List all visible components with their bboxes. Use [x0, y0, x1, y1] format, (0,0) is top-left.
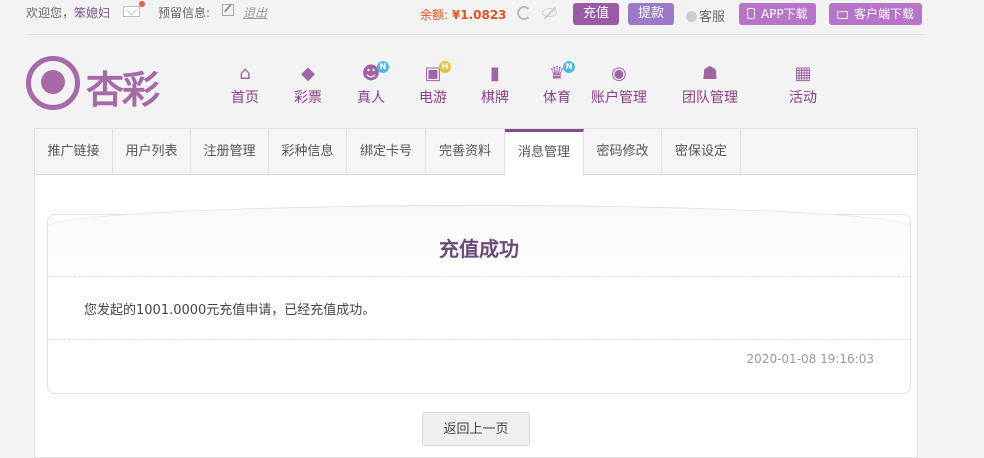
nav-item-1[interactable]: ◆ 彩票 [279, 63, 337, 107]
message-time: 2020-01-08 19:16:03 [746, 352, 874, 366]
tab-bar: 推广链接 用户列表 注册管理 彩种信息 绑定卡号 完善资料 消息管理 密码修改 密保设定 [35, 129, 917, 176]
monitor-icon [837, 11, 848, 19]
divider [48, 276, 910, 277]
dealer-icon: ☻ [361, 63, 381, 84]
nav-label: 账户管理 [591, 90, 647, 106]
nav-badge: N [377, 61, 389, 73]
tab-0[interactable]: 推广链接 [35, 129, 113, 175]
logo-emblem-icon [26, 56, 80, 110]
nav-label: 体育 [543, 90, 571, 106]
nav-item-0[interactable]: ⌂ 首页 [216, 63, 274, 107]
balance-value: ¥1.0823 [451, 8, 507, 22]
nav-label: 真人 [357, 90, 385, 106]
nav-label: 首页 [231, 90, 259, 106]
tab-7[interactable]: 密码修改 [584, 129, 662, 175]
back-button[interactable]: 返回上一页 [422, 412, 530, 446]
reserved-info-label: 预留信息: [158, 6, 211, 20]
service-label: 客服 [699, 10, 726, 25]
balance-label: 余额: [420, 8, 449, 22]
welcome-prefix: 欢迎您， [26, 6, 75, 20]
balance: 余额: ¥1.0823 [420, 6, 507, 23]
nav-item-6[interactable]: ◉ 账户管理 [575, 63, 663, 107]
withdraw-button[interactable]: 提款 [628, 3, 675, 25]
tab-5[interactable]: 完善资料 [426, 129, 505, 175]
mail-unread-dot [139, 1, 145, 7]
nav-label: 彩票 [294, 90, 322, 106]
tab-6[interactable]: 消息管理 [505, 129, 584, 176]
service-icon [686, 11, 697, 22]
nav-badge: H [439, 61, 451, 73]
nav-label: 团队管理 [682, 90, 738, 106]
edit-icon[interactable] [222, 4, 234, 16]
recharge-button[interactable]: 充值 [573, 3, 620, 25]
nav-item-3[interactable]: ▣ H 电游 [404, 61, 462, 107]
tab-3[interactable]: 彩种信息 [269, 129, 347, 175]
message-content: 您发起的1001.0000元充值申请，已经充值成功。 [84, 303, 376, 318]
mail-icon[interactable] [123, 6, 140, 17]
client-download-button[interactable]: 客户端下载 [829, 3, 923, 25]
content-panel: 推广链接 用户列表 注册管理 彩种信息 绑定卡号 完善资料 消息管理 密码修改 密保设定 充值成… [34, 128, 918, 458]
nav-label: 棋牌 [481, 90, 509, 106]
tab-1[interactable]: 用户列表 [113, 129, 191, 175]
logo[interactable]: 杏彩 [26, 55, 166, 113]
refresh-icon[interactable] [517, 6, 531, 20]
nav-item-4[interactable]: ▮ 棋牌 [466, 63, 524, 107]
nav-badge: N [563, 61, 575, 73]
gamepad-icon: ▣ [424, 63, 442, 84]
client-download-label: 客户端下载 [854, 7, 915, 21]
divider [48, 339, 910, 340]
welcome-text: 欢迎您，笨媳妇 [26, 4, 110, 21]
message-box: 充值成功 您发起的1001.0000元充值申请，已经充值成功。 2020-01-… [47, 205, 911, 394]
top-bar: 欢迎您，笨媳妇 预留信息: 退出 余额: ¥1.0823 充值 提款 客服 AP… [0, 0, 984, 30]
phone-icon [747, 8, 755, 19]
nav-item-8[interactable]: ▦ 活动 [774, 63, 832, 107]
home-icon: ⌂ [239, 63, 251, 84]
customer-service-link[interactable]: 客服 [686, 6, 725, 25]
ticket-icon: ◆ [301, 63, 315, 84]
nav-item-2[interactable]: ☻ N 真人 [342, 61, 400, 107]
nav-label: 活动 [789, 90, 817, 106]
hide-balance-icon[interactable] [542, 8, 557, 17]
tab-2[interactable]: 注册管理 [191, 129, 269, 175]
logout-link[interactable]: 退出 [243, 4, 267, 21]
tab-8[interactable]: 密保设定 [662, 129, 741, 175]
tab-4[interactable]: 绑定卡号 [347, 129, 426, 175]
logo-name: 杏彩 [86, 67, 160, 112]
gift-icon: ▦ [794, 63, 812, 84]
username[interactable]: 笨媳妇 [74, 6, 110, 20]
header-divider [26, 34, 926, 35]
team-icon: ☗ [701, 63, 719, 84]
cards-icon: ▮ [490, 63, 500, 84]
nav-label: 电游 [419, 90, 447, 106]
nav-item-7[interactable]: ☗ 团队管理 [666, 63, 754, 107]
app-download-button[interactable]: APP下载 [739, 3, 816, 25]
message-title: 充值成功 [439, 237, 519, 261]
account-icon: ◉ [611, 63, 627, 84]
app-download-label: APP下载 [761, 7, 808, 21]
